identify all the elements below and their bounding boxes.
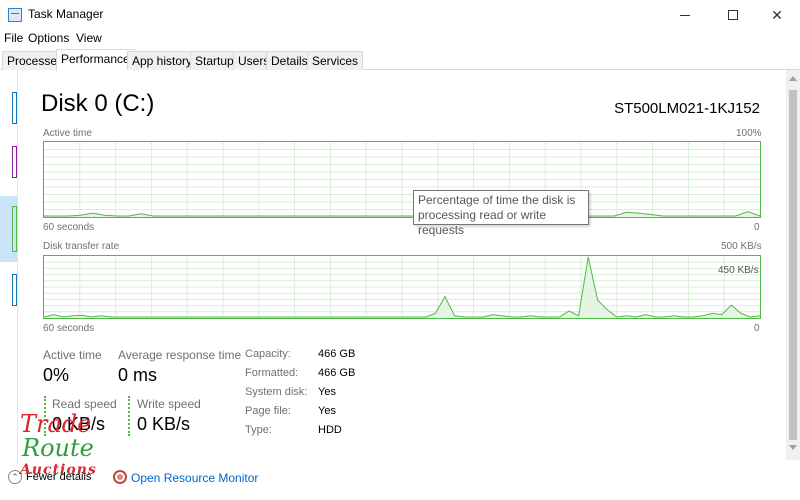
vertical-scrollbar[interactable] <box>786 70 800 460</box>
disk-title: Disk 0 (C:) <box>41 90 155 117</box>
transfer-rate-duration-label: 60 seconds <box>43 323 95 334</box>
open-resource-monitor-link[interactable]: Open Resource Monitor <box>131 471 258 485</box>
type-value: HDD <box>318 424 342 436</box>
menu-view[interactable]: View <box>76 31 102 45</box>
active-time-max-label: 100% <box>736 128 762 139</box>
tab-performance[interactable]: Performance <box>56 49 135 71</box>
active-time-graph <box>43 141 761 218</box>
tab-app-history[interactable]: App history <box>127 51 198 70</box>
avg-response-value: 0 ms <box>118 365 158 385</box>
title-bar: Task Manager ✕ <box>0 0 800 30</box>
menu-file[interactable]: File <box>4 31 23 45</box>
read-speed-label: Read speed <box>52 397 117 411</box>
minimize-icon <box>680 14 690 16</box>
watermark-line-2: Route <box>22 434 94 462</box>
system-disk-value: Yes <box>318 386 336 398</box>
window-title: Task Manager <box>28 7 104 21</box>
disk-model: ST500LM021-1KJ152 <box>614 100 760 117</box>
maximize-button[interactable] <box>710 0 756 30</box>
active-time-graph-label: Active time <box>43 128 92 139</box>
cpu-mini-graph <box>12 92 17 124</box>
disk-mini-graph <box>12 206 17 252</box>
tooltip-line-2: processing read or write requests <box>418 208 547 237</box>
capacity-value: 466 GB <box>318 348 356 360</box>
ethernet-mini-graph <box>12 274 17 306</box>
active-time-graph-svg <box>44 142 760 217</box>
active-time-stat-value: 0% <box>43 365 70 385</box>
tab-services[interactable]: Services <box>307 51 364 70</box>
write-speed-value: 0 KB/s <box>137 414 191 434</box>
watermark-line-3: Auctions <box>20 462 97 478</box>
maximize-icon <box>728 10 738 20</box>
memory-mini-graph <box>12 146 17 178</box>
sidebar-item-cpu[interactable] <box>0 88 18 128</box>
active-time-tooltip: Percentage of time the disk is processin… <box>413 190 589 237</box>
active-time-min-label: 0 <box>754 222 760 233</box>
scroll-up-icon[interactable] <box>789 76 797 81</box>
scroll-down-icon[interactable] <box>789 445 797 450</box>
menu-bar: File Options View <box>0 30 800 48</box>
type-label: Type: <box>245 424 272 436</box>
task-manager-icon <box>8 8 22 22</box>
transfer-rate-graph: 450 KB/s <box>43 255 761 319</box>
minimize-button[interactable] <box>662 0 708 30</box>
menu-options[interactable]: Options <box>28 31 69 45</box>
tab-details[interactable]: Details <box>266 51 313 70</box>
sidebar-item-disk[interactable] <box>0 196 18 262</box>
sidebar-item-ethernet[interactable] <box>0 270 18 310</box>
transfer-rate-graph-label: Disk transfer rate <box>43 241 120 252</box>
capacity-label: Capacity: <box>245 348 291 360</box>
system-disk-label: System disk: <box>245 386 308 398</box>
sidebar-item-memory[interactable] <box>0 142 18 182</box>
transfer-rate-secondary-label: 450 KB/s <box>718 265 759 276</box>
scrollbar-thumb[interactable] <box>789 90 797 440</box>
transfer-rate-graph-svg <box>44 256 760 318</box>
close-icon: ✕ <box>771 6 783 23</box>
active-time-stat-label: Active time <box>43 348 102 362</box>
transfer-rate-max-label: 500 KB/s <box>721 241 762 252</box>
formatted-value: 466 GB <box>318 367 356 379</box>
performance-sidebar <box>0 70 18 465</box>
formatted-label: Formatted: <box>245 367 299 379</box>
avg-response-label: Average response time <box>118 348 242 362</box>
watermark-logo: Trade Route Auctions <box>20 410 140 490</box>
page-file-label: Page file: <box>245 405 291 417</box>
tooltip-line-1: Percentage of time the disk is <box>418 193 576 207</box>
write-speed-label: Write speed <box>137 397 201 411</box>
tab-startup[interactable]: Startup <box>190 51 239 70</box>
tab-bar: Processes Performance App history Startu… <box>0 49 800 71</box>
transfer-rate-min-label: 0 <box>754 323 760 334</box>
active-time-duration-label: 60 seconds <box>43 222 95 233</box>
page-file-value: Yes <box>318 405 336 417</box>
close-button[interactable]: ✕ <box>754 0 800 30</box>
